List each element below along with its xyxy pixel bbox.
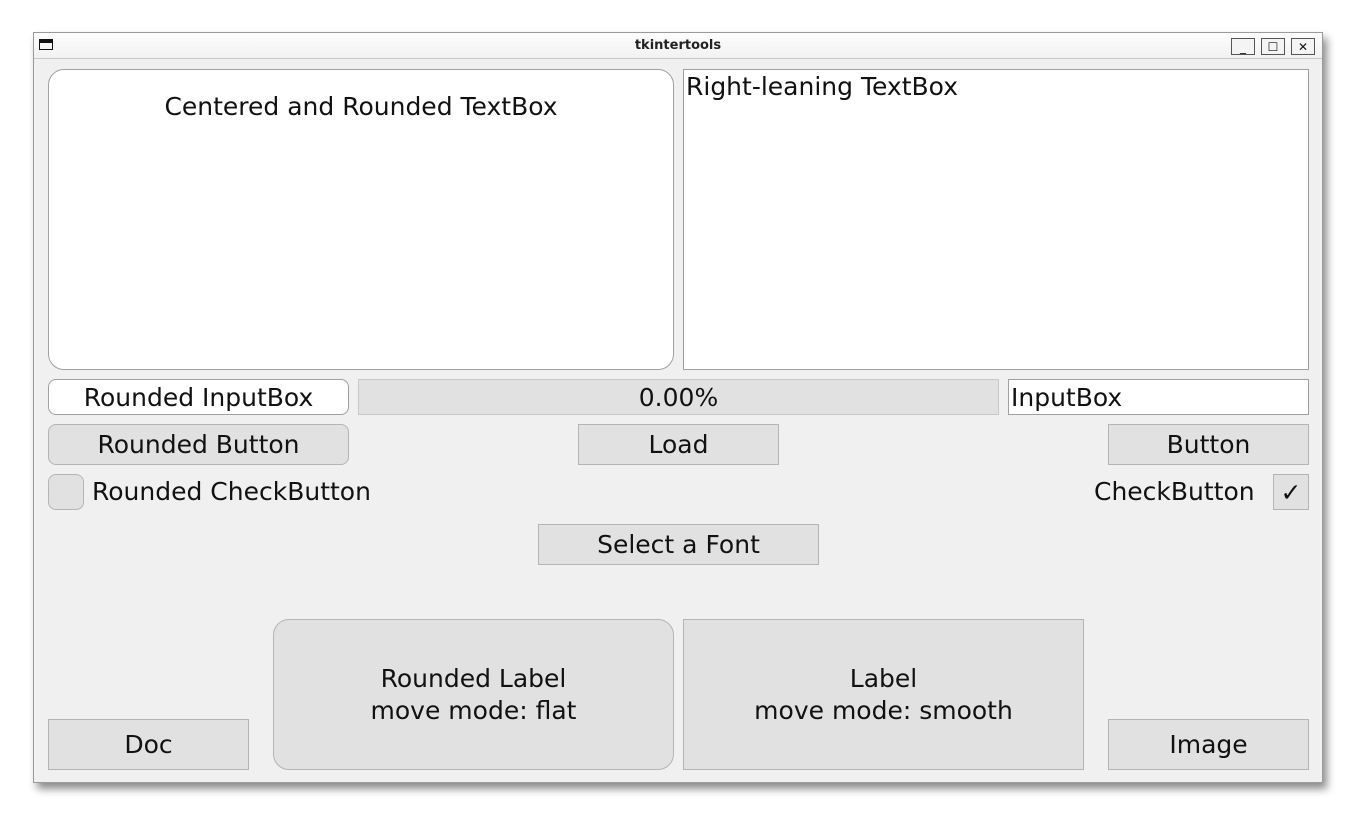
minimize-button[interactable]: _ bbox=[1231, 38, 1255, 55]
rounded-checkbutton-label: Rounded CheckButton bbox=[92, 477, 371, 506]
button-label: Button bbox=[1166, 430, 1251, 459]
rounded-button-label: Rounded Button bbox=[97, 430, 300, 459]
close-icon: ✕ bbox=[1297, 39, 1309, 54]
label[interactable]: Label move mode: smooth bbox=[683, 619, 1084, 770]
checkbutton-label: CheckButton bbox=[1094, 477, 1255, 506]
doc-button[interactable]: Doc bbox=[48, 719, 249, 770]
rounded-textbox[interactable]: Centered and Rounded TextBox bbox=[48, 69, 674, 370]
image-button-label: Image bbox=[1169, 730, 1248, 759]
checkbutton-box[interactable]: ✓ bbox=[1273, 474, 1309, 510]
rounded-inputbox[interactable]: Rounded InputBox bbox=[48, 379, 349, 415]
right-textbox-text: Right-leaning TextBox bbox=[686, 72, 958, 101]
right-textbox[interactable]: Right-leaning TextBox bbox=[683, 69, 1309, 370]
image-button[interactable]: Image bbox=[1108, 719, 1309, 770]
maximize-button[interactable]: ☐ bbox=[1261, 38, 1285, 55]
rounded-label-line2: move mode: flat bbox=[370, 695, 577, 725]
title-bar[interactable]: tkintertools _ ☐ ✕ bbox=[34, 33, 1322, 59]
inputbox-text: InputBox bbox=[1011, 382, 1123, 412]
minimize-icon: _ bbox=[1240, 39, 1246, 54]
check-icon: ✓ bbox=[1280, 477, 1302, 507]
rounded-label[interactable]: Rounded Label move mode: flat bbox=[273, 619, 674, 770]
label-line1: Label bbox=[849, 663, 918, 693]
close-button[interactable]: ✕ bbox=[1291, 38, 1315, 55]
inputbox[interactable]: InputBox bbox=[1008, 379, 1309, 415]
doc-button-label: Doc bbox=[124, 730, 173, 759]
rounded-button[interactable]: Rounded Button bbox=[48, 424, 349, 465]
rounded-textbox-text: Centered and Rounded TextBox bbox=[164, 92, 558, 121]
window-title: tkintertools bbox=[634, 38, 722, 53]
rounded-checkbutton-box[interactable] bbox=[48, 474, 84, 510]
rounded-label-line1: Rounded Label bbox=[380, 663, 567, 693]
maximize-icon: ☐ bbox=[1267, 39, 1279, 54]
load-button[interactable]: Load bbox=[578, 424, 779, 465]
progress-bar: 0.00% bbox=[358, 379, 999, 415]
select-font-button-label: Select a Font bbox=[597, 530, 760, 559]
rounded-inputbox-text: Rounded InputBox bbox=[83, 382, 314, 412]
label-line2: move mode: smooth bbox=[754, 695, 1013, 725]
progress-label: 0.00% bbox=[638, 382, 719, 412]
load-button-label: Load bbox=[648, 430, 709, 459]
button[interactable]: Button bbox=[1108, 424, 1309, 465]
select-font-button[interactable]: Select a Font bbox=[538, 524, 819, 565]
